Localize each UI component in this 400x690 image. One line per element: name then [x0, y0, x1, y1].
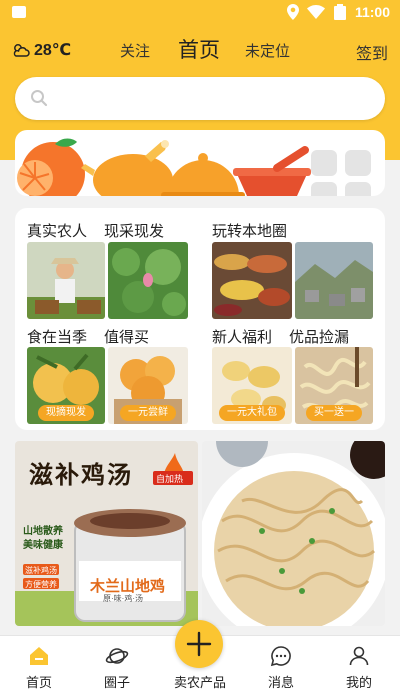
search-icon [31, 90, 48, 107]
peach-basket-image[interactable]: 一元尝鲜 [108, 347, 188, 424]
lotus-field-image[interactable] [108, 242, 188, 319]
feed-pill1: 滋补鸡汤 [25, 566, 57, 575]
tab-messages-label: 消息 [267, 675, 294, 690]
promo-title-worth-buying[interactable]: 值得买 [104, 326, 149, 347]
tab-circle-label: 圈子 [103, 675, 130, 690]
home-icon [30, 647, 48, 665]
feed-headline: 滋补鸡汤 [29, 460, 133, 489]
banana-chips-image[interactable]: 一元大礼包 [212, 347, 292, 424]
sell-produce-button[interactable] [175, 620, 223, 668]
feed-side-line2: 美味健康 [23, 540, 63, 551]
promo-title-seasonal[interactable]: 食在当季 [27, 326, 87, 347]
user-icon [349, 646, 369, 666]
promo-tag-newcomer: 一元大礼包 [219, 405, 285, 421]
location-selector[interactable]: 未定位 [245, 40, 290, 61]
feed-card-noodles[interactable] [202, 441, 385, 626]
tab-home[interactable]: 首页 [178, 34, 220, 64]
header: 28℃ 关注 首页 未定位 签到 [0, 30, 400, 66]
promo-tag-bargain: 买一送一 [306, 405, 362, 421]
status-time: 11:00 [354, 4, 390, 20]
tab-follow[interactable]: 关注 [120, 40, 150, 61]
tab-sell-label: 卖农产品 [173, 675, 226, 690]
noodles-image[interactable]: 买一送一 [295, 347, 373, 424]
grid-icon[interactable] [311, 150, 371, 196]
promo-title-local-circle[interactable]: 玩转本地圈 [212, 220, 287, 241]
promo-title-newcomer[interactable]: 新人福利 [212, 326, 272, 347]
battery-icon [333, 4, 346, 20]
street-food-image[interactable] [212, 242, 292, 319]
location-icon [286, 4, 299, 20]
peach-pick-image[interactable]: 现摘现发 [27, 347, 105, 424]
promo-title-real-farmer[interactable]: 真实农人 [27, 220, 87, 241]
cloche-icon[interactable] [161, 153, 245, 196]
chicken-icon[interactable] [81, 140, 173, 196]
promo-tag-worth-buying: 一元尝鲜 [120, 405, 176, 421]
search-input[interactable] [15, 77, 385, 120]
feed-card-chicken-soup[interactable]: 滋补鸡汤 自加热 山地散养 美味健康 滋补鸡汤 方便营养 木兰山地鸡 原·味·鸡… [15, 441, 198, 626]
tab-mine-label: 我的 [345, 675, 372, 690]
notification-icon [12, 6, 26, 18]
feed-badge: 自加热 [156, 474, 184, 484]
tab-bottom-mine[interactable]: 我的 [324, 636, 394, 690]
tab-home-label: 首页 [25, 675, 52, 690]
promo-tag-seasonal: 现摘现发 [38, 405, 94, 421]
signin-button[interactable]: 签到 [356, 40, 388, 64]
feed-pill2: 方便营养 [25, 580, 57, 589]
tab-bottom-messages[interactable]: 消息 [246, 636, 316, 690]
plus-icon [186, 631, 212, 657]
promo-grid: 真实农人 现采现发 玩转本地圈 食在当季 值得买 新人福利 优品捡漏 现摘现发 … [15, 208, 385, 430]
wifi-icon [306, 5, 325, 19]
temperature-text: 28℃ [34, 42, 72, 59]
mortar-icon[interactable] [233, 146, 311, 196]
message-icon [270, 646, 291, 667]
village-image[interactable] [295, 242, 373, 319]
orange-icon[interactable] [17, 138, 85, 197]
tab-bottom-circle[interactable]: 圈子 [82, 636, 152, 690]
feed-sub: 原·味·鸡·汤 [103, 594, 143, 603]
feed-side-line1: 山地散养 [23, 526, 63, 537]
weather-widget[interactable]: 28℃ [12, 40, 71, 60]
promo-title-bargain[interactable]: 优品捡漏 [289, 326, 349, 347]
cloudy-sun-icon [13, 44, 30, 57]
status-bar: 11:00 [0, 0, 400, 26]
planet-icon [105, 648, 129, 664]
category-strip [15, 130, 385, 196]
promo-title-fresh-pick[interactable]: 现采现发 [104, 220, 164, 241]
farmer-image[interactable] [27, 242, 105, 319]
tab-bottom-home[interactable]: 首页 [4, 636, 74, 690]
